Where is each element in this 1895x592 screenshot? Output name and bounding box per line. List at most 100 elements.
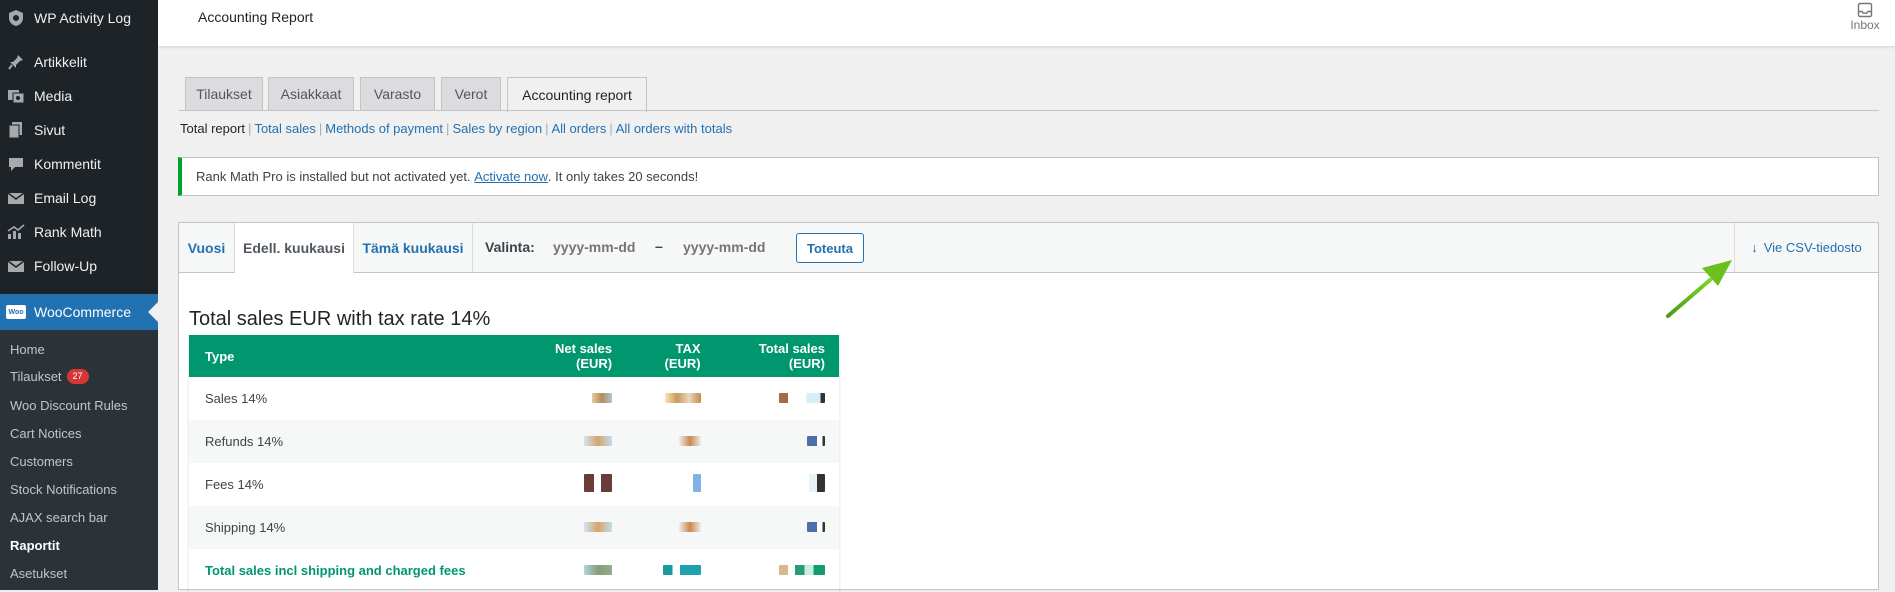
woocommerce-icon: Woo [6,305,26,319]
tab-label: Varasto [373,86,422,102]
export-csv-label: Vie CSV-tiedosto [1763,240,1862,255]
row-label: Total sales incl shipping and charged fe… [205,563,466,578]
sidebar-item-artikkelit[interactable]: Artikkelit [0,45,158,79]
report-panel: Vuosi Edell. kuukausi Tämä kuukausi Vali… [178,222,1879,590]
submenu-item-customers[interactable]: Customers [10,454,73,469]
subnav-all-orders-with-totals[interactable]: All orders with totals [616,121,732,136]
tab-varasto[interactable]: Varasto [360,77,435,110]
submenu-item-woo-discount-rules[interactable]: Woo Discount Rules [10,398,128,413]
net-sales-cell [511,463,626,506]
export-csv-link[interactable]: ↓ Vie CSV-tiedosto [1734,223,1878,272]
start-date-input[interactable] [541,232,649,262]
net-sales-cell [511,377,626,420]
redacted-value [779,393,825,403]
report-heading: Total sales EUR with tax rate 14% [189,308,491,330]
tab-label: Verot [454,86,488,102]
subnav-all-orders[interactable]: All orders [551,121,606,136]
tab-verot[interactable]: Verot [441,77,501,110]
sidebar-item-follow-up[interactable]: Follow-Up [0,249,158,283]
sidebar-item-email-log[interactable]: Email Log [0,181,158,215]
submenu-item-home[interactable]: Home [10,342,45,357]
inbox-label: Inbox [1850,18,1880,32]
redacted-value [678,522,701,532]
apply-range-button[interactable]: Toteuta [796,233,864,263]
row-label: Fees 14% [205,477,264,492]
subnav-total-report[interactable]: Total report [180,121,245,136]
tab-asiakkaat[interactable]: Asiakkaat [268,77,354,110]
net-sales-cell [511,549,626,592]
tab-tilaukset[interactable]: Tilaukset [185,77,263,110]
redacted-value [584,474,613,492]
column-header-net-sales: Net sales (EUR) [511,335,627,377]
submenu-item-ajax-search-bar[interactable]: AJAX search bar [10,510,108,525]
net-sales-cell [511,420,627,463]
subnav-separator: | [545,121,549,136]
sidebar-item-rank-math[interactable]: Rank Math [0,215,158,249]
report-subnav: Total report | Total sales | Methods of paym… [180,121,732,136]
submenu-item-tilaukset[interactable]: Tilaukset 27 [10,369,89,384]
redacted-value [584,565,613,575]
range-tab-this-month[interactable]: Tämä kuukausi [354,223,473,272]
total-sales-cell [714,506,839,549]
tax-cell [626,463,714,506]
page-header: Accounting Report Inbox [158,0,1895,46]
redacted-value [664,393,701,403]
sidebar-item-media[interactable]: Media [0,79,158,113]
range-tab-vuosi[interactable]: Vuosi [179,223,235,272]
tab-label: Asiakkaat [280,86,342,102]
current-menu-caret [148,302,158,322]
range-tab-label: Tämä kuukausi [362,239,464,256]
tab-accounting-report[interactable]: Accounting report [507,77,647,112]
sidebar-item-label: Sivut [34,122,66,138]
inbox-button[interactable]: Inbox [1847,0,1883,32]
inbox-icon [1857,2,1873,18]
tab-label: Tilaukset [196,86,252,102]
subnav-sales-by-region[interactable]: Sales by region [452,121,542,136]
sidebar-item-label: Media [34,88,73,104]
submenu-label: Asetukset [10,566,68,581]
sidebar-item-label: Rank Math [34,224,102,240]
email-icon [7,257,25,275]
subnav-separator: | [248,121,252,136]
sidebar-item-label: Artikkelit [34,54,87,70]
sidebar-item-label: Email Log [34,190,97,206]
table-row: Shipping 14% [189,506,839,549]
table-row: Fees 14% [189,463,839,506]
sidebar-item-sivut[interactable]: Sivut [0,113,158,147]
media-icon [7,87,25,105]
subnav-separator: | [318,121,323,136]
submenu-label: Cart Notices [10,426,82,441]
net-sales-cell [511,506,627,549]
notice-text-before: Rank Math Pro is installed but not activ… [196,169,475,184]
sidebar-item-label: WooCommerce [34,304,131,320]
submenu-label: Raportit [10,538,60,553]
submenu-label: Customers [10,454,73,469]
subnav-separator: | [446,121,450,136]
submenu-item-stock-notifications[interactable]: Stock Notifications [10,482,117,497]
submenu-label: Home [10,342,45,357]
notice-text-after: . It only takes 20 seconds! [547,169,699,184]
sidebar-item-kommentit[interactable]: Kommentit [0,147,158,181]
submenu-label: Tilaukset [10,369,62,384]
subnav-methods-of-payment[interactable]: Methods of payment [325,121,443,136]
row-label: Shipping 14% [189,506,511,549]
rank-math-notice: Rank Math Pro is installed but not activ… [178,157,1879,196]
submenu-item-asetukset[interactable]: Asetukset [10,566,67,581]
sales-table: Type Net sales (EUR) TAX (EUR) Total sal… [189,335,839,592]
activate-now-link[interactable]: Activate now [474,169,548,184]
total-sales-cell [715,377,839,420]
sidebar-item-wp-activity-log[interactable]: WP Activity Log [0,1,158,35]
shield-icon [7,9,25,27]
submenu-label: Woo Discount Rules [10,398,128,413]
row-label: Refunds 14% [189,420,511,463]
download-arrow-icon: ↓ [1751,240,1758,255]
subnav-total-sales[interactable]: Total sales [254,121,315,136]
submenu-item-cart-notices[interactable]: Cart Notices [10,426,82,441]
custom-range-label: Valinta: [485,239,535,255]
admin-sidebar: WP Activity Log Artikkelit Media Sivut K… [0,0,158,590]
range-tab-previous-month[interactable]: Edell. kuukausi [235,223,354,273]
date-range-separator: – [655,238,663,254]
sidebar-item-woocommerce[interactable]: Woo WooCommerce [0,294,158,330]
end-date-input[interactable] [671,232,779,262]
submenu-item-raportit[interactable]: Raportit [10,538,60,553]
